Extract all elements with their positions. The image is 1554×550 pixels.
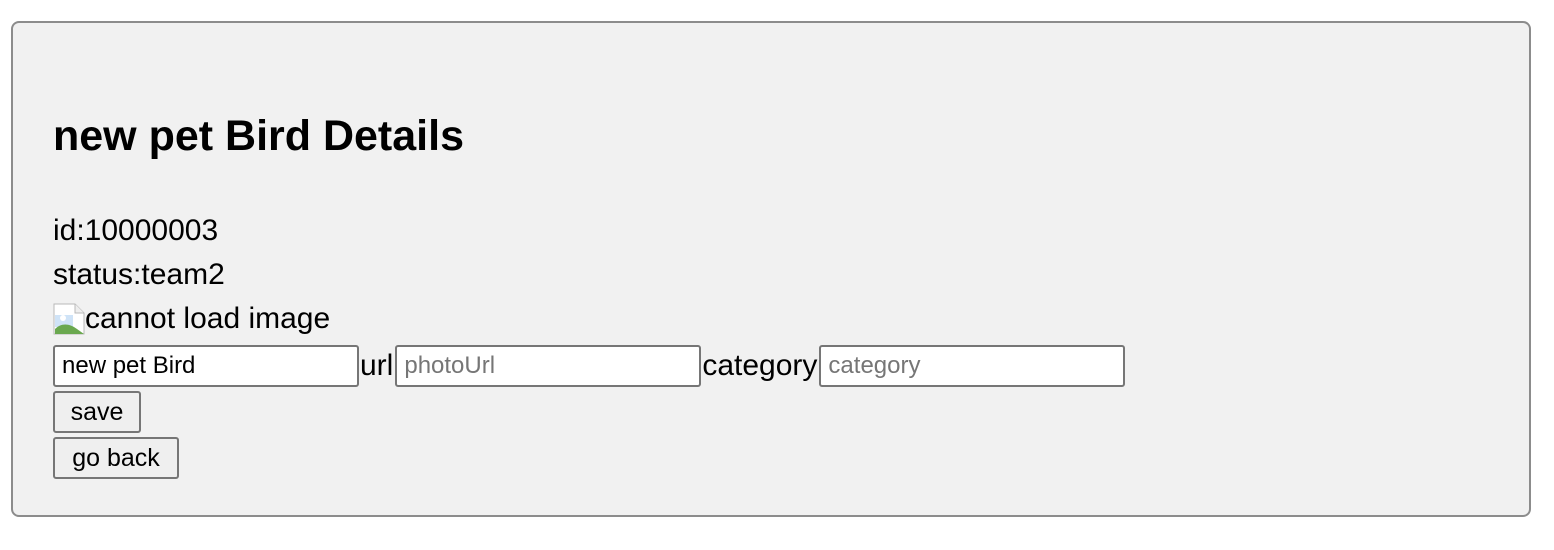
go-back-button[interactable]: go back (53, 437, 179, 479)
category-input[interactable] (819, 345, 1126, 387)
pet-details-content: new pet Bird Details id:10000003 status:… (53, 23, 1529, 515)
save-button[interactable]: save (53, 391, 141, 433)
pet-edit-form: url category (53, 345, 1126, 387)
page-title: new pet Bird Details (53, 112, 464, 160)
pet-details-panel: new pet Bird Details id:10000003 status:… (11, 21, 1531, 517)
name-input[interactable] (53, 345, 359, 387)
category-label: category (702, 349, 818, 382)
pet-id: id:10000003 (53, 214, 219, 247)
broken-image-icon (53, 303, 85, 335)
image-alt-text: cannot load image (85, 302, 331, 335)
pet-status: status:team2 (53, 258, 225, 291)
url-label: url (360, 349, 394, 382)
photo-url-input[interactable] (395, 345, 702, 387)
pet-image: cannot load image (53, 301, 330, 337)
